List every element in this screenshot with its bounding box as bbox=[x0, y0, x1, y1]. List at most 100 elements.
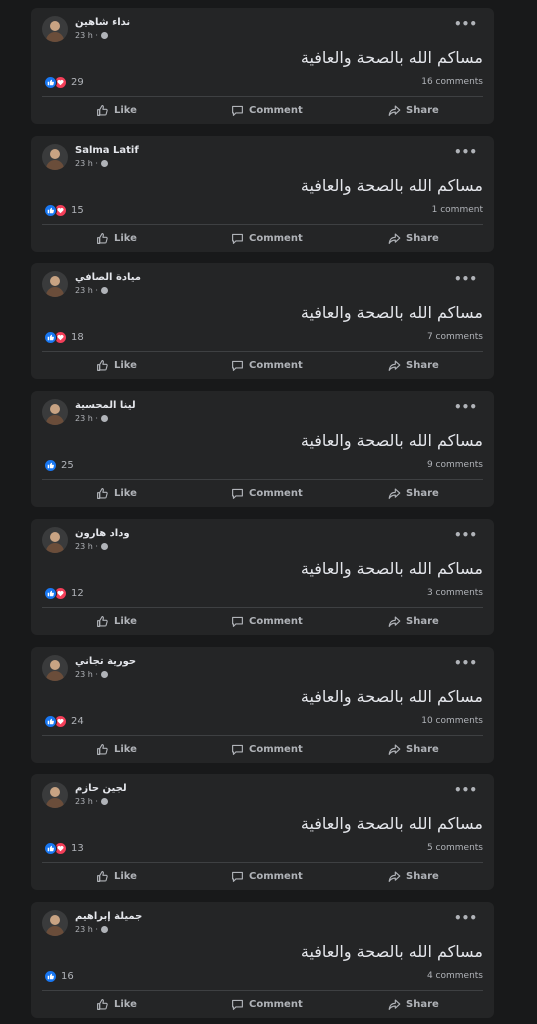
like-label: Like bbox=[114, 487, 137, 499]
comment-label: Comment bbox=[249, 104, 303, 116]
comment-button[interactable]: Comment bbox=[231, 482, 303, 504]
more-icon[interactable]: ••• bbox=[454, 401, 477, 413]
author-name[interactable]: لجين حازم bbox=[75, 783, 127, 794]
like-reaction-icon bbox=[44, 76, 57, 89]
like-button[interactable]: Like bbox=[96, 227, 137, 249]
comment-button[interactable]: Comment bbox=[231, 610, 303, 632]
thumbs-up-icon bbox=[97, 359, 108, 371]
timestamp[interactable]: 23 h · bbox=[75, 670, 98, 679]
comment-bubble-icon bbox=[232, 999, 243, 1010]
share-button[interactable]: Share bbox=[388, 227, 439, 249]
reactions-summary[interactable]: 29 bbox=[44, 76, 84, 89]
reactions-summary[interactable]: 24 bbox=[44, 715, 84, 728]
comment-button[interactable]: Comment bbox=[231, 993, 303, 1015]
comment-button[interactable]: Comment bbox=[231, 227, 303, 249]
author-name[interactable]: وداد هارون bbox=[75, 528, 130, 539]
feed: نداء شاهين 23 h · ••• مساكم الله بالصحة … bbox=[0, 0, 537, 1024]
globe-icon bbox=[100, 543, 108, 550]
like-button[interactable]: Like bbox=[96, 354, 137, 376]
comment-count[interactable]: 16 comments bbox=[421, 77, 483, 87]
share-button[interactable]: Share bbox=[388, 354, 439, 376]
like-label: Like bbox=[114, 998, 137, 1010]
timestamp[interactable]: 23 h · bbox=[75, 542, 98, 551]
avatar[interactable] bbox=[42, 655, 68, 681]
comment-bubble-icon bbox=[232, 360, 243, 371]
avatar[interactable] bbox=[42, 271, 68, 297]
share-button[interactable]: Share bbox=[388, 738, 439, 760]
comment-count[interactable]: 9 comments bbox=[427, 460, 483, 470]
author-name[interactable]: جميلة إبراهيم bbox=[75, 911, 142, 922]
reactions-summary[interactable]: 15 bbox=[44, 204, 84, 217]
reactions-summary[interactable]: 16 bbox=[44, 970, 74, 983]
share-button[interactable]: Share bbox=[388, 482, 439, 504]
comment-count[interactable]: 10 comments bbox=[421, 716, 483, 726]
more-icon[interactable]: ••• bbox=[454, 146, 477, 158]
like-button[interactable]: Like bbox=[96, 865, 137, 887]
author-name[interactable]: لينا المحسية bbox=[75, 400, 136, 411]
avatar[interactable] bbox=[42, 16, 68, 42]
comment-count[interactable]: 1 comment bbox=[432, 205, 483, 215]
thumbs-up-icon bbox=[97, 870, 108, 882]
more-icon[interactable]: ••• bbox=[454, 657, 477, 669]
divider bbox=[42, 607, 483, 608]
timestamp[interactable]: 23 h · bbox=[75, 797, 98, 806]
avatar[interactable] bbox=[42, 910, 68, 936]
like-label: Like bbox=[114, 743, 137, 755]
author-name[interactable]: حورية تجاني bbox=[75, 656, 136, 667]
comment-button[interactable]: Comment bbox=[231, 99, 303, 121]
post-meta: 23 h · bbox=[75, 286, 108, 295]
reactions-summary[interactable]: 13 bbox=[44, 842, 84, 855]
author-name[interactable]: Salma Latif bbox=[75, 145, 139, 156]
thumbs-up-icon bbox=[97, 743, 108, 755]
globe-icon bbox=[100, 926, 108, 933]
share-button[interactable]: Share bbox=[388, 865, 439, 887]
like-button[interactable]: Like bbox=[96, 482, 137, 504]
reactions-summary[interactable]: 12 bbox=[44, 587, 84, 600]
reactions-summary[interactable]: 18 bbox=[44, 331, 84, 344]
comment-button[interactable]: Comment bbox=[231, 865, 303, 887]
globe-icon bbox=[100, 415, 108, 422]
author-name[interactable]: نداء شاهين bbox=[75, 17, 130, 28]
share-button[interactable]: Share bbox=[388, 610, 439, 632]
timestamp[interactable]: 23 h · bbox=[75, 414, 98, 423]
like-button[interactable]: Like bbox=[96, 610, 137, 632]
like-label: Like bbox=[114, 232, 137, 244]
timestamp[interactable]: 23 h · bbox=[75, 159, 98, 168]
post-text: مساكم الله بالصحة والعافية bbox=[300, 176, 483, 195]
author-name[interactable]: ميادة الصافي bbox=[75, 272, 141, 283]
comment-count[interactable]: 5 comments bbox=[427, 843, 483, 853]
like-button[interactable]: Like bbox=[96, 993, 137, 1015]
timestamp[interactable]: 23 h · bbox=[75, 31, 98, 40]
timestamp[interactable]: 23 h · bbox=[75, 925, 98, 934]
avatar[interactable] bbox=[42, 527, 68, 553]
comment-count[interactable]: 7 comments bbox=[427, 332, 483, 342]
more-icon[interactable]: ••• bbox=[454, 273, 477, 285]
like-button[interactable]: Like bbox=[96, 99, 137, 121]
share-button[interactable]: Share bbox=[388, 993, 439, 1015]
globe-icon bbox=[100, 32, 108, 39]
reactions-summary[interactable]: 25 bbox=[44, 459, 74, 472]
like-reaction-icon bbox=[44, 204, 57, 217]
avatar[interactable] bbox=[42, 782, 68, 808]
more-icon[interactable]: ••• bbox=[454, 912, 477, 924]
comment-count[interactable]: 3 comments bbox=[427, 588, 483, 598]
avatar[interactable] bbox=[42, 144, 68, 170]
post-meta: 23 h · bbox=[75, 159, 108, 168]
divider bbox=[42, 735, 483, 736]
thumbs-up-icon bbox=[97, 615, 108, 627]
share-button[interactable]: Share bbox=[388, 99, 439, 121]
avatar[interactable] bbox=[42, 399, 68, 425]
like-label: Like bbox=[114, 104, 137, 116]
comment-button[interactable]: Comment bbox=[231, 738, 303, 760]
divider bbox=[42, 224, 483, 225]
post-meta: 23 h · bbox=[75, 31, 108, 40]
reaction-count: 24 bbox=[71, 716, 84, 727]
more-icon[interactable]: ••• bbox=[454, 529, 477, 541]
more-icon[interactable]: ••• bbox=[454, 784, 477, 796]
comment-button[interactable]: Comment bbox=[231, 354, 303, 376]
share-label: Share bbox=[406, 487, 439, 499]
more-icon[interactable]: ••• bbox=[454, 18, 477, 30]
like-button[interactable]: Like bbox=[96, 738, 137, 760]
comment-count[interactable]: 4 comments bbox=[427, 971, 483, 981]
timestamp[interactable]: 23 h · bbox=[75, 286, 98, 295]
